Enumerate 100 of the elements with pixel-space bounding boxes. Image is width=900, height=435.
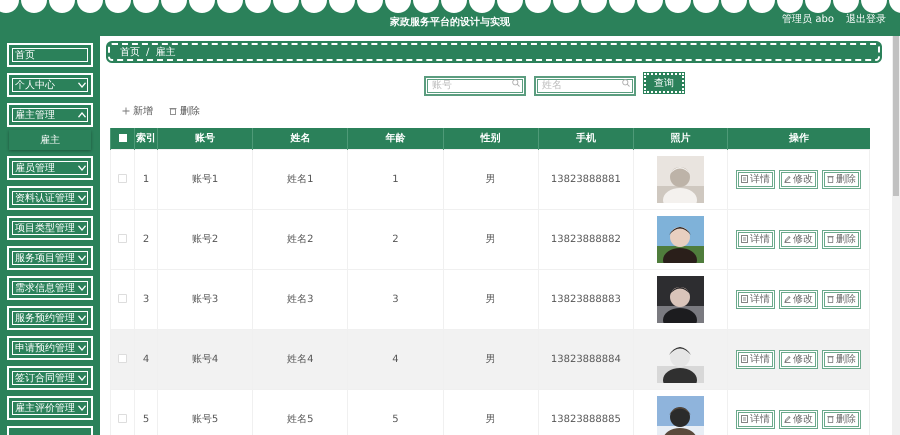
table-cell: 账号2 <box>192 234 218 245</box>
table-cell: 账号3 <box>192 294 218 305</box>
pencil-icon <box>784 415 791 423</box>
select-all-checkbox[interactable] <box>118 134 126 142</box>
table-cell: 4 <box>142 354 150 364</box>
search-field[interactable]: 姓名 <box>534 76 636 96</box>
document-icon <box>741 235 748 243</box>
table-cell: 姓名2 <box>287 234 314 245</box>
toolbar-button[interactable]: 新增 <box>122 104 153 118</box>
row-checkbox[interactable] <box>118 294 127 304</box>
menu-item[interactable]: 项目类型管理 <box>7 216 93 240</box>
table-cell: 13823888882 <box>550 234 621 244</box>
row-checkbox[interactable] <box>118 174 127 184</box>
query-button[interactable]: 查询 <box>644 73 684 93</box>
menu-item[interactable]: 雇员管理 <box>7 156 93 180</box>
pencil-icon <box>784 295 791 303</box>
menu-item[interactable]: 申请预约管理 <box>7 336 93 360</box>
row-action-button[interactable]: 修改 <box>779 410 818 428</box>
table-cell: 2 <box>392 234 399 244</box>
row-action-button[interactable]: 详情 <box>736 410 775 428</box>
document-icon <box>741 355 748 363</box>
pencil-icon <box>784 355 791 363</box>
table-cell: 13823888885 <box>550 414 621 424</box>
menu-item[interactable]: 签订合同管理 <box>7 366 93 390</box>
row-action-button[interactable]: 删除 <box>822 350 861 368</box>
table-cell: 姓名4 <box>287 354 314 365</box>
pencil-icon <box>784 175 791 183</box>
table-row[interactable]: 5 账号5 姓名5 5 男 13823888885 详情 修改 删除 <box>110 389 870 435</box>
table-cell: 男 <box>486 174 496 185</box>
table-cell: 3 <box>392 294 399 304</box>
toolbar-button[interactable]: 删除 <box>169 104 200 118</box>
row-action-button[interactable]: 详情 <box>736 350 775 368</box>
table-cell: 男 <box>486 414 496 425</box>
table-cell: 1 <box>392 174 399 184</box>
menu-item[interactable]: 首页 <box>7 43 93 67</box>
row-action-button[interactable]: 删除 <box>822 290 861 308</box>
row-action-button[interactable]: 详情 <box>736 170 775 188</box>
column-header: 年龄 <box>348 128 444 149</box>
trash-icon <box>169 106 177 114</box>
table-cell: 账号1 <box>192 174 218 185</box>
search-icon <box>622 79 630 87</box>
table-cell: 3 <box>142 294 150 304</box>
search-field[interactable]: 账号 <box>424 76 526 96</box>
column-header: 性别 <box>443 128 538 149</box>
row-action-button[interactable]: 修改 <box>779 350 818 368</box>
user-label: 管理员 abo <box>782 13 834 26</box>
document-icon <box>741 415 748 423</box>
table-cell: 姓名1 <box>287 174 314 185</box>
row-action-button[interactable]: 详情 <box>736 290 775 308</box>
row-action-button[interactable]: 修改 <box>779 230 818 248</box>
row-action-button[interactable]: 修改 <box>779 170 818 188</box>
table-cell: 13823888883 <box>550 294 621 304</box>
trash-icon <box>827 415 834 423</box>
table-cell: 姓名5 <box>287 414 314 425</box>
table-cell: 账号5 <box>192 414 218 425</box>
scrollbar[interactable] <box>892 36 900 435</box>
breadcrumb-separator: / <box>146 46 150 58</box>
table-cell: 1 <box>142 174 150 184</box>
column-header: 手机 <box>538 128 634 149</box>
plus-icon <box>122 106 130 114</box>
trash-icon <box>827 355 834 363</box>
column-header: 姓名 <box>252 128 348 149</box>
site-title: 家政服务平台的设计与实现 <box>390 15 510 29</box>
table-row[interactable]: 2 账号2 姓名2 2 男 13823888882 详情 修改 删除 <box>110 209 870 269</box>
table-cell: 4 <box>392 354 399 364</box>
row-checkbox[interactable] <box>118 414 127 424</box>
menu-item[interactable]: 服务项目管理 <box>7 246 93 270</box>
table-cell: 男 <box>486 234 496 245</box>
breadcrumb-item[interactable]: 首页 <box>120 45 140 59</box>
column-header: 账号 <box>158 128 253 149</box>
row-checkbox[interactable] <box>118 234 127 244</box>
menu-item[interactable]: 雇主管理 <box>7 103 93 127</box>
logout-link[interactable]: 退出登录 <box>846 12 886 26</box>
menu-item[interactable]: 需求信息管理 <box>7 276 93 300</box>
row-action-button[interactable]: 详情 <box>736 230 775 248</box>
submenu-item[interactable]: 雇主 <box>9 130 91 150</box>
trash-icon <box>827 175 834 183</box>
row-checkbox[interactable] <box>118 354 127 364</box>
table-cell: 13823888884 <box>550 354 621 364</box>
document-icon <box>741 295 748 303</box>
menu-item[interactable]: 资料认证管理 <box>7 186 93 210</box>
pencil-icon <box>784 235 791 243</box>
row-action-button[interactable]: 修改 <box>779 290 818 308</box>
row-action-button[interactable]: 删除 <box>822 170 861 188</box>
row-action-button[interactable]: 删除 <box>822 230 861 248</box>
table-cell: 男 <box>486 294 496 305</box>
column-header: 索引 <box>134 128 158 149</box>
row-action-button[interactable]: 删除 <box>822 410 861 428</box>
column-header: 操作 <box>728 128 870 149</box>
breadcrumb-item[interactable]: 雇主 <box>155 45 176 59</box>
trash-icon <box>827 235 834 243</box>
table-row[interactable]: 1 账号1 姓名1 1 男 13823888881 详情 修改 删除 <box>110 149 870 209</box>
menu-item[interactable]: 个人中心 <box>7 73 93 97</box>
menu-item[interactable]: 雇主评价管理 <box>7 396 93 420</box>
table-row[interactable]: 4 账号4 姓名4 4 男 13823888884 详情 修改 删除 <box>110 329 870 389</box>
table-cell: 5 <box>142 414 150 424</box>
table-cell: 姓名3 <box>287 294 314 305</box>
column-header: 照片 <box>634 128 728 149</box>
table-cell: 男 <box>486 354 496 365</box>
menu-item[interactable]: 服务预约管理 <box>7 306 93 330</box>
